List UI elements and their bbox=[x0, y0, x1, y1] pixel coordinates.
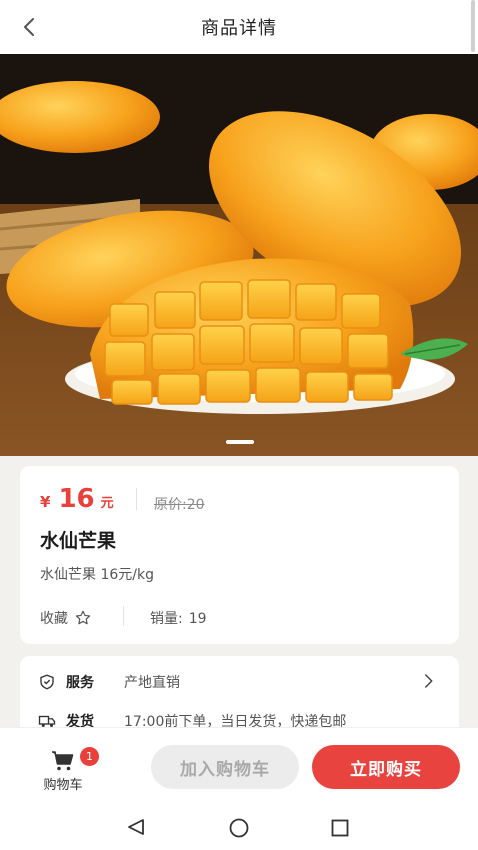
favorite-button[interactable]: 收藏 bbox=[40, 608, 92, 628]
sales-count: 销量: 19 bbox=[150, 608, 207, 628]
chevron-left-icon[interactable] bbox=[18, 15, 42, 39]
nav-back-icon[interactable] bbox=[126, 817, 146, 841]
divider bbox=[123, 606, 124, 626]
favorite-label: 收藏 bbox=[40, 611, 68, 627]
cart-badge: 1 bbox=[80, 747, 99, 766]
currency-symbol: ¥ bbox=[40, 493, 51, 511]
shield-icon bbox=[40, 674, 54, 690]
add-to-cart-button[interactable]: 加入购物车 bbox=[151, 745, 299, 789]
product-info-card: ¥ 16 元 原价:20 水仙芒果 水仙芒果 16元/kg 收藏 销量: 19 bbox=[20, 466, 459, 644]
nav-recent-icon[interactable] bbox=[331, 819, 349, 841]
original-price: 原价:20 bbox=[154, 497, 205, 513]
service-label: 服务 bbox=[66, 675, 94, 691]
sales-label: 销量: bbox=[150, 611, 183, 627]
price: ¥ 16 元 bbox=[40, 484, 114, 514]
product-name: 水仙芒果 bbox=[40, 530, 117, 552]
product-image[interactable] bbox=[0, 54, 478, 456]
price-unit: 元 bbox=[100, 496, 114, 511]
carousel-indicator[interactable] bbox=[226, 440, 254, 444]
bottom-action-bar: 购物车 1 加入购物车 立即购买 bbox=[0, 727, 478, 802]
divider bbox=[136, 488, 137, 510]
buy-now-button[interactable]: 立即购买 bbox=[312, 745, 460, 789]
cart-label: 购物车 bbox=[43, 778, 83, 793]
price-value: 16 bbox=[58, 484, 95, 514]
scrollbar[interactable] bbox=[471, 0, 475, 52]
nav-home-icon[interactable] bbox=[228, 817, 250, 843]
system-nav-bar bbox=[0, 802, 478, 850]
service-value: 产地直销 bbox=[124, 675, 180, 691]
star-outline-icon bbox=[75, 610, 91, 625]
sales-value: 19 bbox=[188, 611, 207, 627]
chevron-right-icon[interactable] bbox=[419, 672, 437, 694]
top-bar: 商品详情 bbox=[0, 0, 478, 54]
service-row[interactable]: 服务 产地直销 bbox=[38, 672, 180, 692]
page-title: 商品详情 bbox=[201, 18, 277, 39]
cart-icon bbox=[52, 751, 74, 771]
product-description: 水仙芒果 16元/kg bbox=[40, 567, 154, 583]
